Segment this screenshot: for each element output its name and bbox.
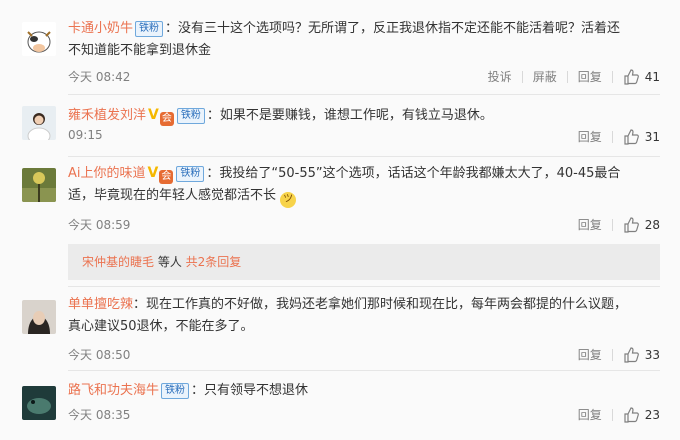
username[interactable]: 单单擅吃辣	[68, 297, 133, 312]
avatar[interactable]	[22, 386, 56, 420]
comment-item: 雍禾植发刘洋 V 会铁粉 ：如果不是要赚钱，谁想工作呢，有钱立马退休。 09:15 回…	[0, 96, 680, 157]
thumbs-up-icon	[624, 406, 639, 423]
comment-body: 路飞和功夫海牛 铁粉 ：只有领导不想退休	[68, 380, 660, 402]
username[interactable]: Ai上你的味道	[68, 166, 146, 181]
separator-line	[68, 370, 660, 371]
like-count: 28	[644, 217, 660, 232]
timestamp: 09:15	[68, 128, 103, 142]
comment-meta: 09:15 回复 31	[68, 128, 660, 148]
verified-v-icon: V	[148, 107, 159, 123]
comment-item: Ai上你的味道 V 会铁粉 ：我投给了“50-55”这个选项，话话这个年龄我都嫌太大了…	[0, 158, 680, 287]
username[interactable]: 路飞和功夫海牛	[68, 383, 159, 398]
comment-body: 雍禾植发刘洋 V 会铁粉 ：如果不是要赚钱，谁想工作呢，有钱立马退休。	[68, 104, 660, 127]
reply-button[interactable]: 回复	[568, 128, 612, 145]
timestamp: 今天 08:50	[68, 348, 131, 362]
reply-button[interactable]: 回复	[568, 346, 612, 363]
sub-reply-count-link[interactable]: 共2条回复	[186, 255, 242, 269]
like-button[interactable]: 33	[613, 346, 660, 363]
like-button[interactable]: 41	[613, 68, 660, 85]
timestamp: 今天 08:42	[68, 70, 131, 84]
comment-text: ：只有领导不想退休	[191, 383, 309, 398]
comments-panel: 卡通小奶牛 铁粉 ：没有三十这个选项吗？无所谓了，反正我退休指不定还能不能活着呢？活…	[0, 0, 680, 440]
comment-text-continued: 不知道能不能拿到退休金	[68, 43, 212, 58]
avatar[interactable]	[22, 22, 56, 56]
fan-badge[interactable]: 铁粉	[161, 383, 190, 399]
comment-text-continued: 真心建议50退休，不能在多了。	[68, 319, 254, 334]
verified-v-icon: V	[147, 165, 159, 181]
like-button[interactable]: 28	[613, 216, 660, 233]
comment-text: ：现在工作真的不好做，我妈还老拿她们那时候和现在比，每年两会都提的什么议题，	[133, 297, 628, 312]
like-button[interactable]: 31	[613, 128, 660, 145]
comment-text: ：我投给了“50-55”这个选项，话话这个年龄我都嫌太大了，40-45最合	[206, 166, 621, 181]
fan-badge[interactable]: 铁粉	[135, 21, 164, 37]
timestamp: 今天 08:35	[68, 408, 131, 422]
like-count: 31	[644, 129, 660, 144]
separator-line	[68, 286, 660, 287]
reply-button[interactable]: 回复	[568, 68, 612, 85]
username[interactable]: 卡通小奶牛	[68, 21, 133, 36]
like-count: 41	[644, 69, 660, 84]
like-button[interactable]: 23	[613, 406, 660, 423]
doge-emoji-icon: ツ	[280, 192, 297, 208]
report-button[interactable]: 投诉	[478, 68, 522, 85]
like-count: 33	[644, 347, 660, 362]
vip-icon: 会	[159, 170, 174, 184]
like-count: 23	[644, 407, 660, 422]
comment-text: ：如果不是要赚钱，谁想工作呢，有钱立马退休。	[206, 108, 493, 123]
comment-text-continued: 适，毕竟现在的年轻人感觉都活不长	[68, 188, 277, 203]
thumbs-up-icon	[624, 346, 639, 363]
comment-body: 卡通小奶牛 铁粉 ：没有三十这个选项吗？无所谓了，反正我退休指不定还能不能活着呢？活…	[68, 18, 660, 62]
comment-text: ：没有三十这个选项吗？无所谓了，反正我退休指不定还能不能活着呢？活着还	[165, 21, 621, 36]
reply-button[interactable]: 回复	[568, 406, 612, 423]
reply-button[interactable]: 回复	[568, 216, 612, 233]
comment-meta: 今天 08:35 回复 23	[68, 406, 660, 426]
thumbs-up-icon	[624, 128, 639, 145]
sub-reply-suffix: 等人	[154, 255, 182, 269]
fan-badge[interactable]: 铁粉	[176, 166, 205, 182]
avatar[interactable]	[22, 168, 56, 202]
fan-badge[interactable]: 铁粉	[176, 108, 205, 124]
comment-meta: 今天 08:59 回复 28	[68, 216, 660, 236]
sub-replies-box[interactable]: 宋仲基的睫毛 等人 共2条回复	[68, 244, 660, 280]
vip-icon: 会	[159, 112, 174, 126]
separator-line	[68, 156, 660, 157]
avatar[interactable]	[22, 106, 56, 140]
thumbs-up-icon	[624, 68, 639, 85]
comment-item: 卡通小奶牛 铁粉 ：没有三十这个选项吗？无所谓了，反正我退休指不定还能不能活着呢？活…	[0, 14, 680, 95]
comment-body: 单单擅吃辣：现在工作真的不好做，我妈还老拿她们那时候和现在比，每年两会都提的什么…	[68, 294, 660, 338]
thumbs-up-icon	[624, 216, 639, 233]
comment-item: 单单擅吃辣：现在工作真的不好做，我妈还老拿她们那时候和现在比，每年两会都提的什么…	[0, 292, 680, 371]
separator-line	[68, 94, 660, 95]
comment-meta: 今天 08:50 回复 33	[68, 346, 660, 366]
comment-body: Ai上你的味道 V 会铁粉 ：我投给了“50-55”这个选项，话话这个年龄我都嫌太大了…	[68, 162, 660, 208]
comment-item: 路飞和功夫海牛 铁粉 ：只有领导不想退休 今天 08:35 回复 23	[0, 374, 680, 434]
comment-meta: 今天 08:42 投诉 屏蔽 回复 41	[68, 68, 660, 88]
timestamp: 今天 08:59	[68, 218, 131, 232]
username[interactable]: 雍禾植发刘洋	[68, 108, 146, 123]
sub-reply-user[interactable]: 宋仲基的睫毛	[82, 255, 154, 269]
block-button[interactable]: 屏蔽	[523, 68, 567, 85]
avatar[interactable]	[22, 300, 56, 334]
